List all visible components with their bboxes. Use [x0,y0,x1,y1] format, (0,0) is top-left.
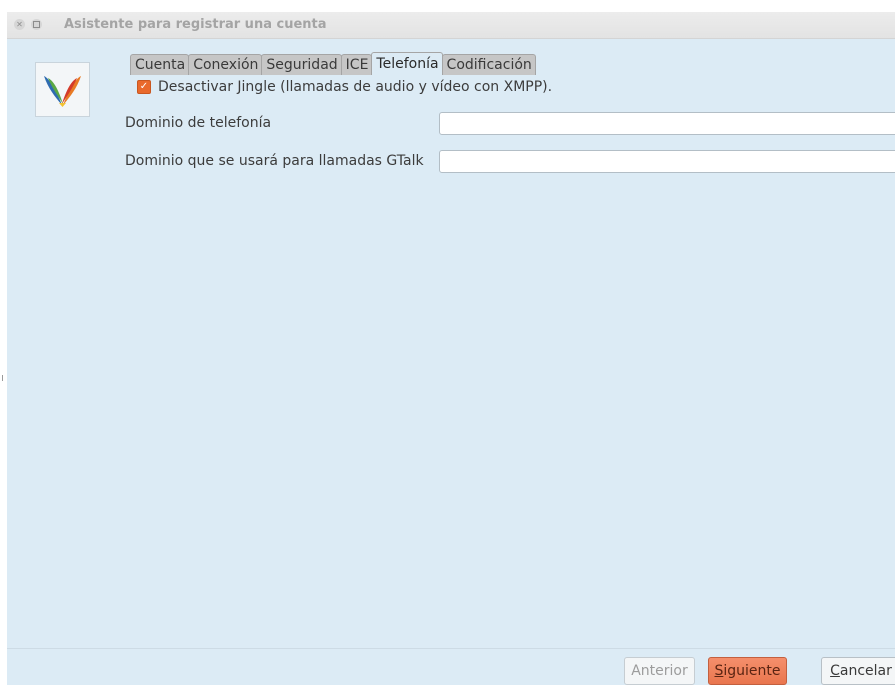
phone-domain-input[interactable] [439,112,895,135]
disable-jingle-checkbox[interactable]: ✓ [137,80,151,94]
tab-ice[interactable]: ICE [340,54,373,75]
phone-domain-label: Dominio de telefonía [125,115,272,131]
tab-codificacion[interactable]: Codificación [441,54,536,75]
account-wizard-window: ✕ Asistente para registrar una cuenta Cu… [7,12,895,685]
tab-seguridad[interactable]: Seguridad [261,54,342,75]
jitsi-logo [35,62,90,117]
maximize-icon[interactable] [31,19,42,30]
cancel-mnemonic: C [830,663,840,679]
gtalk-domain-label: Dominio que se usará para llamadas GTalk [125,153,424,169]
tab-conexion[interactable]: Conexión [188,54,263,75]
tab-cuenta[interactable]: Cuenta [130,54,190,75]
cancel-label: ancelar [839,663,892,679]
title-bar: ✕ Asistente para registrar una cuenta [7,12,895,39]
screen-edge-mark [2,375,3,381]
disable-jingle-option[interactable]: ✓ Desactivar Jingle (llamadas de audio y… [137,78,552,96]
disable-jingle-label: Desactivar Jingle (llamadas de audio y v… [158,79,553,95]
gtalk-domain-input[interactable] [439,150,895,173]
cancel-button[interactable]: Cancelar [821,657,895,685]
window-title: Asistente para registrar una cuenta [64,17,327,32]
previous-button[interactable]: Anterior [624,657,695,685]
next-button[interactable]: Siguiente [708,657,787,685]
next-label: iguiente [723,663,781,679]
tab-telefonia[interactable]: Telefonía [371,52,443,75]
close-icon[interactable]: ✕ [14,19,25,30]
settings-tabs: Cuenta Conexión Seguridad ICE Telefonía … [130,52,536,75]
